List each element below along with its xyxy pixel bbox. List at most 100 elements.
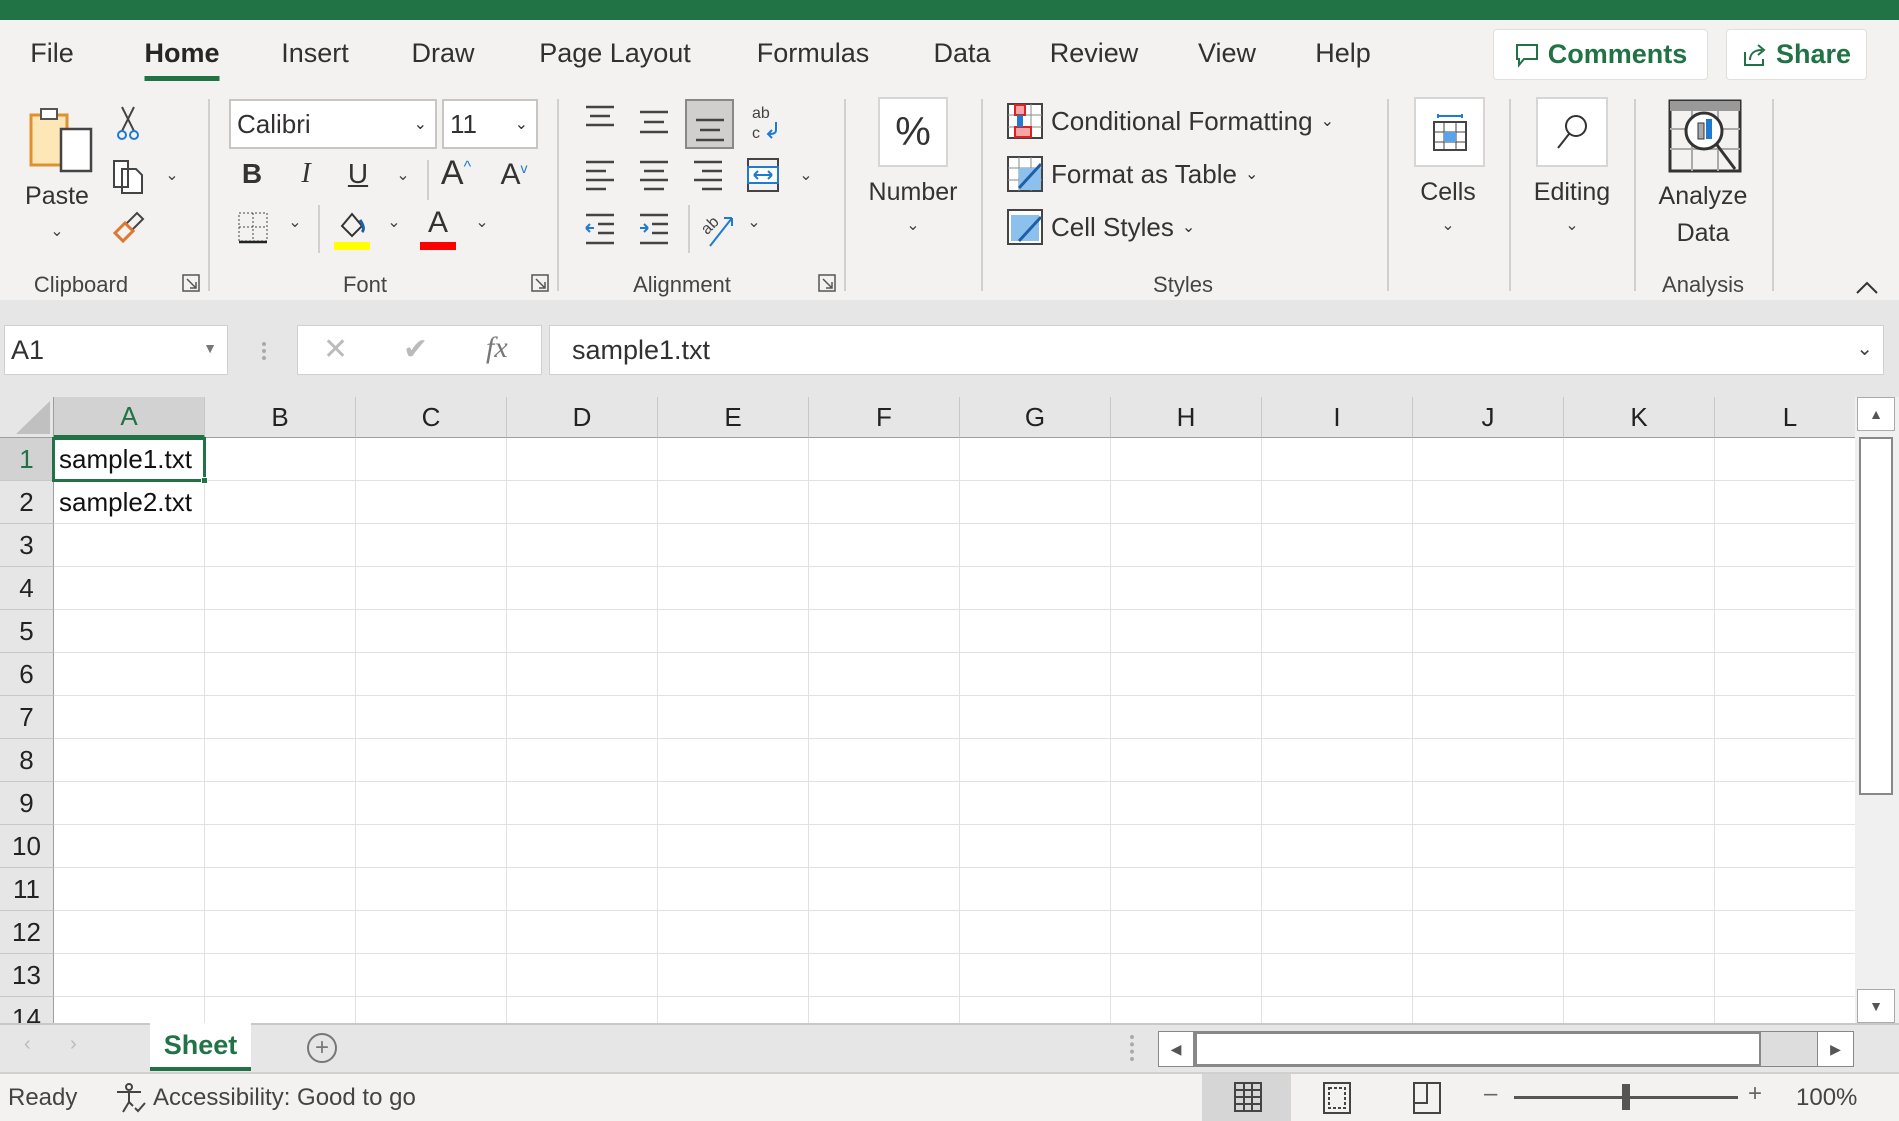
cell-H2[interactable] <box>1111 481 1262 524</box>
cell-B1[interactable] <box>205 438 356 481</box>
search-icon[interactable] <box>1536 97 1608 167</box>
cell-D4[interactable] <box>507 567 658 610</box>
zoom-level[interactable]: 100% <box>1796 1084 1857 1112</box>
scroll-left-button[interactable]: ◀ <box>1159 1032 1195 1066</box>
cell-B5[interactable] <box>205 610 356 653</box>
cell-G12[interactable] <box>960 911 1111 954</box>
cell-I13[interactable] <box>1262 954 1413 997</box>
cancel-icon[interactable]: ✕ <box>323 332 348 367</box>
cell-K9[interactable] <box>1564 782 1715 825</box>
cell-A12[interactable] <box>54 911 205 954</box>
cell-A5[interactable] <box>54 610 205 653</box>
formula-input[interactable]: sample1.txt ⌄ <box>549 325 1884 375</box>
cell-D1[interactable] <box>507 438 658 481</box>
cell-J7[interactable] <box>1413 696 1564 739</box>
cell-A3[interactable] <box>54 524 205 567</box>
cell-C10[interactable] <box>356 825 507 868</box>
cell-C9[interactable] <box>356 782 507 825</box>
column-header-G[interactable]: G <box>960 397 1111 438</box>
cell-J6[interactable] <box>1413 653 1564 696</box>
cell-L11[interactable] <box>1715 868 1855 911</box>
cell-K13[interactable] <box>1564 954 1715 997</box>
cell-C1[interactable] <box>356 438 507 481</box>
analyze-data-icon[interactable] <box>1668 99 1742 173</box>
cell-H3[interactable] <box>1111 524 1262 567</box>
borders-icon[interactable] <box>236 210 270 246</box>
vertical-scroll-thumb[interactable] <box>1859 437 1893 795</box>
column-header-L[interactable]: L <box>1715 397 1855 438</box>
cell-H14[interactable] <box>1111 997 1262 1023</box>
cell-A1[interactable]: sample1.txt <box>54 438 205 481</box>
cell-F10[interactable] <box>809 825 960 868</box>
column-header-E[interactable]: E <box>658 397 809 438</box>
column-header-H[interactable]: H <box>1111 397 1262 438</box>
cut-icon[interactable] <box>114 104 142 142</box>
cell-J10[interactable] <box>1413 825 1564 868</box>
cell-D12[interactable] <box>507 911 658 954</box>
merge-center-icon[interactable] <box>746 157 780 193</box>
number-button[interactable]: Number <box>869 178 958 207</box>
cell-I8[interactable] <box>1262 739 1413 782</box>
accessibility-icon[interactable] <box>115 1082 147 1114</box>
zoom-in-button[interactable]: + <box>1748 1080 1762 1108</box>
page-layout-view-icon[interactable] <box>1323 1082 1351 1114</box>
cell-G7[interactable] <box>960 696 1111 739</box>
row-header-8[interactable]: 8 <box>0 739 54 782</box>
column-header-B[interactable]: B <box>205 397 356 438</box>
cell-J5[interactable] <box>1413 610 1564 653</box>
cell-L6[interactable] <box>1715 653 1855 696</box>
cell-E10[interactable] <box>658 825 809 868</box>
conditional-formatting-button[interactable]: Conditional Formatting ⌄ <box>1007 103 1334 139</box>
name-box[interactable]: A1 ▼ <box>4 325 228 375</box>
cell-F11[interactable] <box>809 868 960 911</box>
cell-F13[interactable] <box>809 954 960 997</box>
cell-C6[interactable] <box>356 653 507 696</box>
column-header-F[interactable]: F <box>809 397 960 438</box>
cell-F2[interactable] <box>809 481 960 524</box>
cell-K3[interactable] <box>1564 524 1715 567</box>
number-dropdown[interactable]: ⌄ <box>906 215 919 235</box>
align-left-icon[interactable] <box>584 158 616 192</box>
collapse-ribbon-icon[interactable] <box>1855 279 1879 295</box>
cell-L4[interactable] <box>1715 567 1855 610</box>
cell-I1[interactable] <box>1262 438 1413 481</box>
cell-D8[interactable] <box>507 739 658 782</box>
format-painter-icon[interactable] <box>110 210 146 246</box>
cell-A4[interactable] <box>54 567 205 610</box>
tab-home[interactable]: Home <box>144 38 220 81</box>
cell-K6[interactable] <box>1564 653 1715 696</box>
cell-D6[interactable] <box>507 653 658 696</box>
cell-D9[interactable] <box>507 782 658 825</box>
cell-H11[interactable] <box>1111 868 1262 911</box>
copy-icon[interactable] <box>111 158 147 196</box>
cell-G6[interactable] <box>960 653 1111 696</box>
cell-I14[interactable] <box>1262 997 1413 1023</box>
cell-K1[interactable] <box>1564 438 1715 481</box>
font-size-select[interactable]: 11 ⌄ <box>442 99 538 149</box>
cell-J2[interactable] <box>1413 481 1564 524</box>
cell-L1[interactable] <box>1715 438 1855 481</box>
tab-file[interactable]: File <box>30 38 74 69</box>
italic-button[interactable]: I <box>301 158 310 190</box>
editing-dropdown[interactable]: ⌄ <box>1565 215 1578 235</box>
cell-E13[interactable] <box>658 954 809 997</box>
cell-F1[interactable] <box>809 438 960 481</box>
cell-A7[interactable] <box>54 696 205 739</box>
cell-F3[interactable] <box>809 524 960 567</box>
cell-G5[interactable] <box>960 610 1111 653</box>
accessibility-status[interactable]: Accessibility: Good to go <box>153 1084 416 1112</box>
scroll-up-button[interactable]: ▲ <box>1857 397 1895 431</box>
cell-H1[interactable] <box>1111 438 1262 481</box>
comments-button[interactable]: Comments <box>1493 29 1708 80</box>
cell-E12[interactable] <box>658 911 809 954</box>
page-break-preview-icon[interactable] <box>1413 1082 1441 1114</box>
cell-F8[interactable] <box>809 739 960 782</box>
cell-H8[interactable] <box>1111 739 1262 782</box>
cell-E7[interactable] <box>658 696 809 739</box>
cell-A6[interactable] <box>54 653 205 696</box>
tab-split-handle[interactable] <box>1130 1035 1134 1061</box>
cell-H12[interactable] <box>1111 911 1262 954</box>
cell-H6[interactable] <box>1111 653 1262 696</box>
cell-H5[interactable] <box>1111 610 1262 653</box>
row-header-6[interactable]: 6 <box>0 653 54 696</box>
